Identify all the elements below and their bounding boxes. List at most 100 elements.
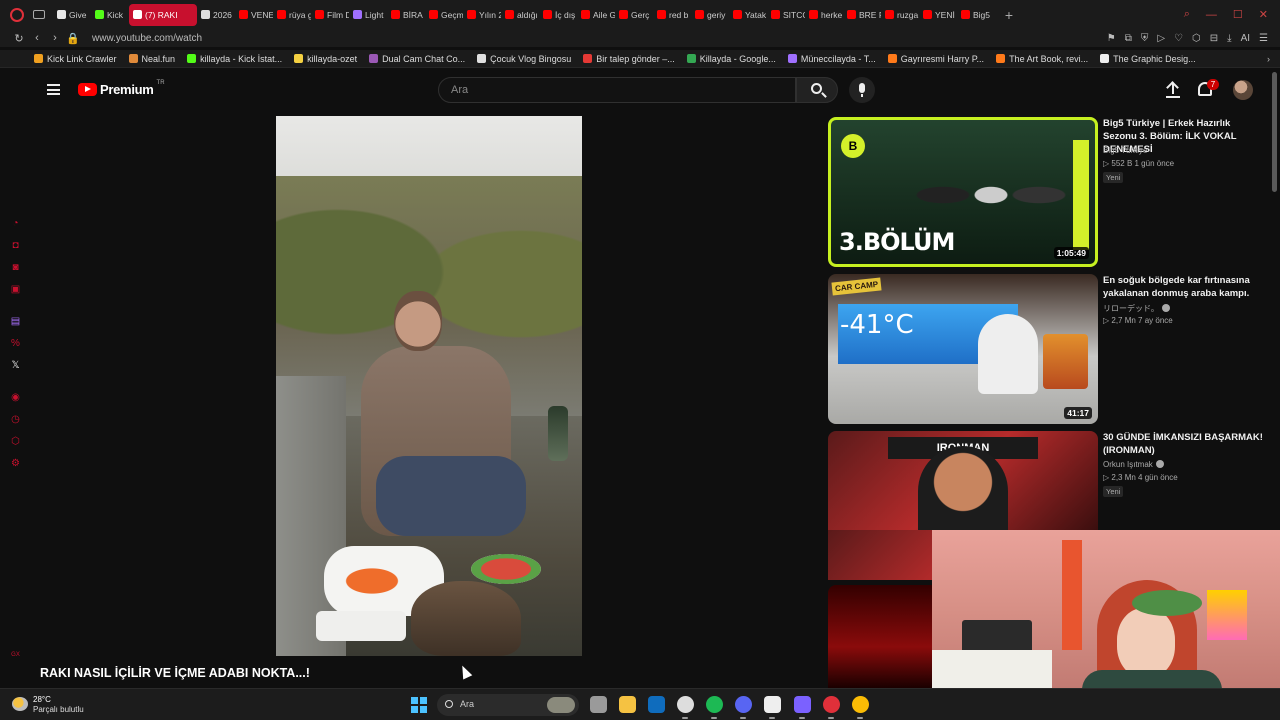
spotify-icon[interactable] (706, 696, 723, 713)
app-g-icon[interactable] (764, 696, 781, 713)
browser-tab[interactable]: herke (805, 4, 843, 26)
browser-tab[interactable]: Light (349, 4, 387, 26)
extensions-icon[interactable]: ⬡ (1192, 33, 1201, 44)
app-grid-icon[interactable] (794, 696, 811, 713)
start-button[interactable] (411, 697, 427, 713)
shield-icon[interactable]: ⛨ (1141, 33, 1149, 44)
browser-tab[interactable]: Big5 (957, 4, 995, 26)
outlook-icon[interactable] (648, 696, 665, 713)
heart-icon[interactable]: ♡ (1174, 33, 1183, 44)
video-thumbnail[interactable] (828, 585, 932, 688)
browser-tab[interactable]: İç dış (539, 4, 577, 26)
sidebar-gx-icon[interactable]: GX (10, 650, 21, 661)
bookmark-item[interactable]: killayda - Kick İstat... (187, 54, 282, 64)
search-button[interactable] (796, 77, 838, 103)
bookmark-item[interactable]: Killayda - Google... (686, 54, 776, 64)
browser-tab[interactable]: red b (653, 4, 691, 26)
channel-name[interactable]: リローデッド。 (1103, 303, 1170, 314)
recommendation-title[interactable]: 30 GÜNDE İMKANSIZI BAŞARMAK! (IRONMAN) (1103, 431, 1263, 457)
reload-icon[interactable]: ↻ (10, 32, 28, 45)
taskbar-search[interactable]: Ara (437, 694, 579, 716)
snapshot-icon[interactable]: ⧉ (1125, 33, 1132, 44)
youtube-logo[interactable]: Premium TR (78, 80, 165, 97)
browser-tab[interactable]: aldığı (501, 4, 539, 26)
video-thumbnail[interactable]: IRONMAN (828, 431, 1098, 530)
weather-description[interactable]: Parçalı bulutlu (33, 705, 84, 714)
channel-name[interactable]: Big5 Türkiye (1103, 146, 1147, 155)
video-thumbnail[interactable]: -41°C CAR CAMP 41:17 (828, 274, 1098, 424)
weather-temperature[interactable]: 28°C (33, 695, 51, 704)
browser-tab[interactable]: (7) RAKI (129, 3, 197, 26)
sidebar-bag-icon[interactable]: ◘ (10, 240, 21, 251)
sidebar-x-icon[interactable]: 𝕏 (10, 360, 21, 371)
bookmark-item[interactable]: Gayrıresmi Harry P... (887, 54, 984, 64)
recommendation-item[interactable]: IRONMAN 30 GÜNDE İMKANSIZI BAŞARMAK! (IR… (828, 431, 1272, 531)
bookmark-item[interactable]: Müneccilayda - T... (787, 54, 876, 64)
new-tab-button[interactable]: + (1001, 7, 1017, 23)
weather-icon[interactable] (12, 697, 28, 711)
bookmark-item[interactable]: Neal.fun (128, 54, 175, 64)
bookmark-item[interactable]: Dual Cam Chat Co... (369, 54, 465, 64)
menu-icon[interactable] (47, 84, 60, 95)
recommendation-item[interactable]: -41°C CAR CAMP 41:17 En soğuk bölgede ka… (828, 274, 1272, 426)
ai-icon[interactable]: AI (1241, 33, 1250, 44)
sidebar-history-icon[interactable]: ◷ (10, 414, 21, 425)
forward-icon[interactable]: › (46, 32, 64, 44)
sidebar-settings-icon[interactable]: ⚙ (10, 458, 21, 469)
bookmark-item[interactable]: killayda-ozet (294, 54, 357, 64)
sidebar-speed-icon[interactable]: ◔ (10, 218, 21, 229)
url-field[interactable]: www.youtube.com/watch (92, 33, 202, 44)
download-icon[interactable]: ⤓ (1227, 33, 1231, 44)
browser-tab[interactable]: 2026 (197, 4, 235, 26)
sidebar-news-icon[interactable]: ▣ (10, 284, 21, 295)
video-player[interactable] (276, 116, 582, 656)
minimize-icon[interactable]: — (1206, 9, 1217, 21)
browser-tab[interactable]: BİRA (387, 4, 425, 26)
browser-tab[interactable]: VENE (235, 4, 273, 26)
recommendation-title[interactable]: En soğuk bölgede kar fırtınasına yakalan… (1103, 274, 1263, 300)
player-icon[interactable]: ▷ (1157, 33, 1165, 44)
voice-search-button[interactable] (849, 77, 875, 103)
channel-name[interactable]: Orkun Işıtmak (1103, 460, 1164, 469)
avatar[interactable] (1233, 80, 1253, 100)
task-view-icon[interactable] (590, 696, 607, 713)
bookmark-item[interactable]: Bir talep gönder –... (583, 54, 675, 64)
search-tabs-icon[interactable]: ⌕ (1184, 8, 1190, 21)
close-icon[interactable]: ✕ (1259, 8, 1268, 21)
bookmarks-overflow-icon[interactable]: › (1267, 54, 1280, 64)
browser-tab[interactable]: Give (53, 4, 91, 26)
browser-tab[interactable]: SITCO (767, 4, 805, 26)
browser-tab[interactable]: Geçm (425, 4, 463, 26)
browser-tab[interactable]: Yılın 2 (463, 4, 501, 26)
sidebar-player-icon[interactable]: ◉ (10, 392, 21, 403)
recommendation-item[interactable]: B 3.BÖLÜM 1:05:49 Big5 Türkiye | Erkek H… (828, 117, 1272, 269)
bookmark-item[interactable]: Çocuk Vlog Bingosu (477, 54, 571, 64)
opera-gx-icon[interactable] (823, 696, 840, 713)
sidebar-cube-icon[interactable]: ⬡ (10, 436, 21, 447)
wallet-icon[interactable]: ⊟ (1210, 33, 1218, 44)
browser-tab[interactable]: YENİ (919, 4, 957, 26)
bookmark-item[interactable]: The Art Book, revi... (996, 54, 1088, 64)
chrome-icon[interactable] (852, 696, 869, 713)
browser-tab[interactable]: Yatak (729, 4, 767, 26)
browser-tab[interactable]: Film D (311, 4, 349, 26)
browser-tab[interactable]: rüya g (273, 4, 311, 26)
sidebar-twitch-icon[interactable]: ▤ (10, 316, 21, 327)
browser-tab[interactable]: ruzga (881, 4, 919, 26)
browser-tab[interactable]: BRE F (843, 4, 881, 26)
chatgpt-icon[interactable] (677, 696, 694, 713)
bookmark-item[interactable]: The Graphic Desig... (1100, 54, 1196, 64)
browser-tab[interactable]: Kick (91, 4, 129, 26)
back-icon[interactable]: ‹ (28, 32, 46, 44)
menu-icon[interactable]: ☰ (1259, 33, 1268, 44)
search-input[interactable]: Ara (438, 77, 796, 103)
workspaces-icon[interactable] (33, 10, 45, 19)
file-explorer-icon[interactable] (619, 696, 636, 713)
sidebar-chat-icon[interactable]: ◙ (10, 262, 21, 273)
maximize-icon[interactable]: ☐ (1233, 8, 1243, 21)
bookmark-icon[interactable]: ⚑ (1107, 33, 1116, 44)
browser-tab[interactable]: Aile G (577, 4, 615, 26)
opera-menu-icon[interactable] (10, 7, 24, 22)
bookmark-item[interactable]: Kick Link Crawler (34, 54, 117, 64)
page-scrollbar[interactable] (1272, 72, 1277, 192)
